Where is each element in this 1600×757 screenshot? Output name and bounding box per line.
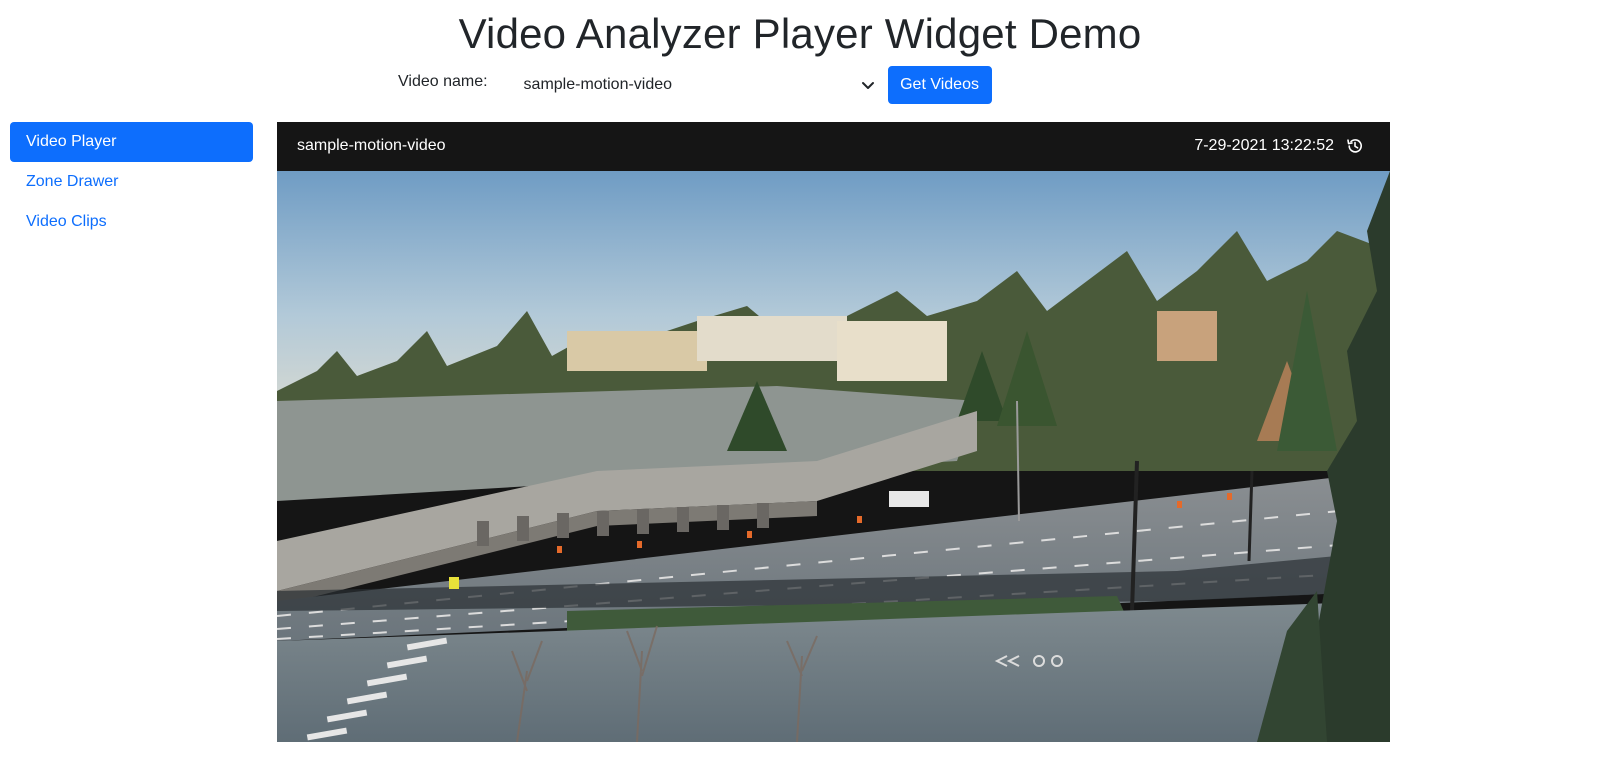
video-controls: Video name: sample-motion-video Get Vide… <box>398 66 992 104</box>
sidebar-item-video-player[interactable]: Video Player <box>10 122 253 162</box>
page-title: Video Analyzer Player Widget Demo <box>458 10 1142 57</box>
sidebar-item-video-clips[interactable]: Video Clips <box>10 202 253 242</box>
player-header: sample-motion-video 7-29-2021 13:22:52 <box>277 122 1390 171</box>
player-video-title: sample-motion-video <box>297 137 446 154</box>
video-name-select[interactable]: sample-motion-video <box>506 66 882 104</box>
sidebar-item-zone-drawer[interactable]: Zone Drawer <box>10 162 253 202</box>
player-timestamp: 7-29-2021 13:22:52 <box>1194 137 1334 154</box>
sidebar-nav: Video Player Zone Drawer Video Clips <box>10 122 253 242</box>
chevron-down-icon <box>861 82 874 89</box>
history-icon[interactable] <box>1346 137 1364 155</box>
video-frame[interactable] <box>277 171 1390 742</box>
video-name-selected-value: sample-motion-video <box>523 76 673 93</box>
video-player[interactable]: sample-motion-video 7-29-2021 13:22:52 <box>277 122 1390 742</box>
video-name-label: Video name: <box>398 73 488 90</box>
get-videos-button[interactable]: Get Videos <box>887 66 992 104</box>
